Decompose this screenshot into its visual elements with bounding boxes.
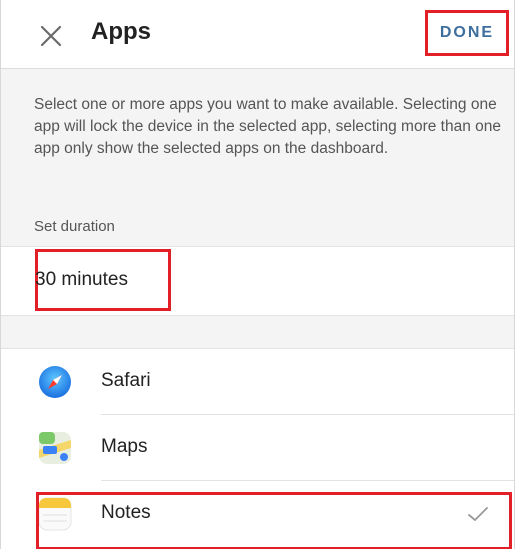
close-icon (40, 25, 62, 47)
list-item-maps[interactable]: Maps (1, 415, 514, 481)
safari-icon (39, 366, 71, 398)
notes-icon (38, 497, 72, 531)
list-item-safari[interactable]: Safari (1, 349, 514, 415)
set-duration-label: Set duration (34, 218, 115, 235)
checkmark-icon (468, 507, 488, 521)
apps-screen: Apps DONE Select one or more apps you wa… (0, 0, 515, 549)
header-bar: Apps DONE (1, 0, 514, 69)
done-button[interactable]: DONE (425, 10, 509, 56)
duration-value: 30 minutes (35, 269, 128, 290)
app-name: Notes (101, 502, 151, 523)
apps-list: Safari Maps Notes (1, 348, 514, 549)
duration-row[interactable]: 30 minutes (1, 246, 514, 316)
list-item-notes[interactable]: Notes (1, 481, 514, 547)
page-title: Apps (91, 18, 151, 45)
close-button[interactable] (35, 20, 67, 52)
app-name: Safari (101, 370, 151, 391)
maps-icon (39, 432, 71, 464)
instructions-text: Select one or more apps you want to make… (34, 96, 502, 157)
app-name: Maps (101, 436, 148, 457)
